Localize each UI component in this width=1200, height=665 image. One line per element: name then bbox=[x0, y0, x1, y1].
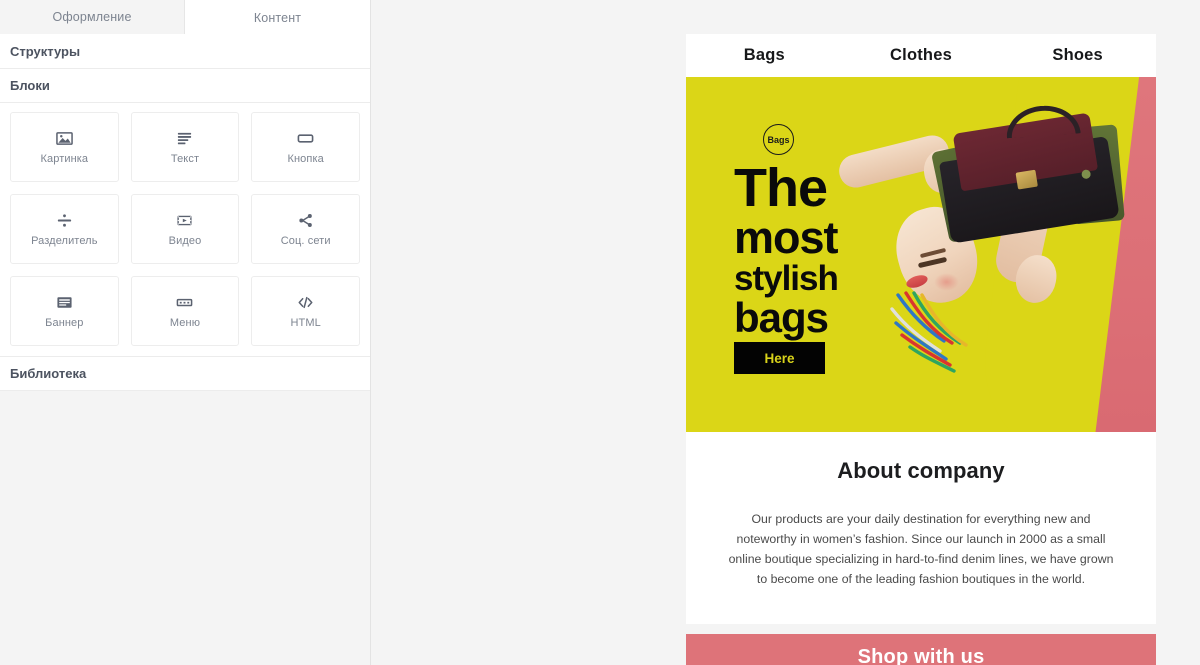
hero-heading-line-2: most bbox=[734, 211, 839, 263]
preview-shop-block[interactable]: Shop with us bbox=[686, 633, 1156, 665]
banner-icon bbox=[55, 293, 73, 311]
section-header-blocks-label: Блоки bbox=[10, 78, 50, 93]
preview-about-block[interactable]: About company Our products are your dail… bbox=[686, 432, 1156, 624]
button-icon bbox=[297, 129, 315, 147]
block-gap bbox=[686, 623, 1156, 634]
tab-content-label: Контент bbox=[253, 10, 302, 25]
block-card-button[interactable]: Кнопка bbox=[251, 112, 360, 182]
block-card-html-label: HTML bbox=[290, 317, 321, 329]
block-card-banner[interactable]: Баннер bbox=[10, 276, 119, 346]
hero-heading-line-3: stylish bbox=[734, 259, 839, 299]
code-icon bbox=[297, 293, 315, 311]
block-card-video[interactable]: Видео bbox=[130, 194, 240, 264]
hero-heading[interactable]: The most stylish bags bbox=[734, 158, 839, 341]
content-sidebar: Оформление Контент Структуры Блоки Карти… bbox=[0, 0, 371, 665]
hero-cta-label: Here bbox=[764, 350, 795, 366]
block-card-text[interactable]: Текст bbox=[130, 112, 240, 182]
nav-item-bags[interactable]: Bags bbox=[686, 46, 843, 65]
block-card-menu[interactable]: Меню bbox=[130, 276, 240, 346]
divider-icon bbox=[55, 211, 73, 229]
menu-icon bbox=[176, 293, 194, 311]
section-header-blocks[interactable]: Блоки bbox=[0, 69, 370, 103]
email-preview: Bags Clothes Shoes Bags The most stylish… bbox=[686, 34, 1156, 665]
block-card-text-label: Текст bbox=[170, 153, 200, 165]
video-icon bbox=[176, 211, 194, 229]
block-card-menu-label: Меню bbox=[169, 317, 201, 329]
about-title: About company bbox=[837, 458, 1005, 483]
hero-heading-line-1: The bbox=[734, 158, 828, 218]
tab-design-label: Оформление bbox=[52, 10, 132, 24]
section-header-structures-label: Структуры bbox=[10, 44, 81, 59]
preview-hero-block[interactable]: Bags The most stylish bags Here bbox=[686, 77, 1156, 432]
block-card-social-label: Соц. сети bbox=[280, 235, 331, 247]
handbag-clasp bbox=[1015, 169, 1038, 190]
block-card-image[interactable]: Картинка bbox=[10, 112, 119, 182]
about-text: Our products are your daily destination … bbox=[728, 512, 1114, 586]
share-icon bbox=[297, 211, 315, 229]
block-card-social[interactable]: Соц. сети bbox=[251, 194, 360, 264]
hero-heading-line-4: bags bbox=[734, 293, 829, 341]
section-header-library[interactable]: Библиотека bbox=[0, 357, 370, 391]
hero-badge: Bags bbox=[763, 124, 794, 155]
tab-design[interactable]: Оформление bbox=[0, 0, 185, 35]
preview-nav-block[interactable]: Bags Clothes Shoes bbox=[686, 34, 1156, 77]
nav-item-shoes[interactable]: Shoes bbox=[999, 46, 1156, 65]
email-builder-app: Оформление Контент Структуры Блоки Карти… bbox=[0, 0, 1200, 665]
block-card-image-label: Картинка bbox=[40, 153, 89, 165]
sidebar-tabbar: Оформление Контент bbox=[0, 0, 370, 35]
model-scarf bbox=[882, 289, 992, 375]
block-card-divider-label: Разделитель bbox=[31, 235, 98, 247]
hero-badge-label: Bags bbox=[767, 134, 790, 145]
block-card-video-label: Видео bbox=[168, 235, 202, 247]
hero-cta-button[interactable]: Here bbox=[734, 342, 825, 374]
tab-content[interactable]: Контент bbox=[185, 0, 370, 35]
block-card-html[interactable]: HTML bbox=[251, 276, 360, 346]
image-icon bbox=[55, 129, 73, 147]
nav-item-clothes[interactable]: Clothes bbox=[843, 46, 1000, 65]
text-icon bbox=[176, 129, 194, 147]
block-card-button-label: Кнопка bbox=[287, 153, 324, 165]
block-card-banner-label: Баннер bbox=[45, 317, 84, 329]
shop-with-us-label: Shop with us bbox=[857, 646, 985, 665]
sidebar-body: Структуры Блоки Картинка Текст Кнопка Ра… bbox=[0, 35, 370, 391]
email-canvas: Bags Clothes Shoes Bags The most stylish… bbox=[371, 0, 1200, 665]
blocks-grid: Картинка Текст Кнопка Разделитель Видео … bbox=[0, 103, 370, 357]
section-header-library-label: Библиотека bbox=[10, 366, 87, 381]
block-card-divider[interactable]: Разделитель bbox=[10, 194, 119, 264]
section-header-structures[interactable]: Структуры bbox=[0, 35, 370, 69]
sidebar-empty-area bbox=[0, 391, 370, 665]
